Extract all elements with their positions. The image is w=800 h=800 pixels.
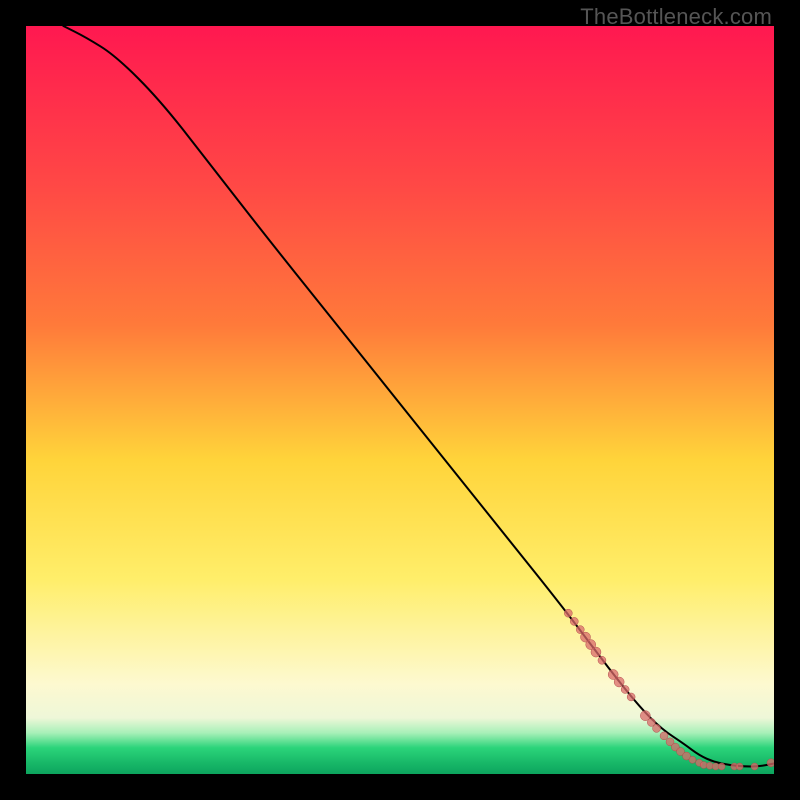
plot-area [26, 26, 774, 774]
data-point [614, 677, 624, 687]
data-point [751, 763, 758, 770]
data-point [627, 693, 635, 701]
chart-svg [26, 26, 774, 774]
data-point [591, 647, 601, 657]
data-point [564, 609, 572, 617]
data-point [736, 763, 743, 770]
data-point [689, 756, 696, 763]
chart-container: TheBottleneck.com [0, 0, 800, 800]
data-point [718, 763, 725, 770]
data-point [660, 732, 668, 740]
gradient-background [26, 26, 774, 774]
data-point [598, 656, 606, 664]
data-point [767, 759, 774, 767]
data-point [653, 724, 661, 732]
data-point [576, 626, 584, 634]
data-point [621, 685, 629, 693]
data-point [570, 617, 578, 625]
